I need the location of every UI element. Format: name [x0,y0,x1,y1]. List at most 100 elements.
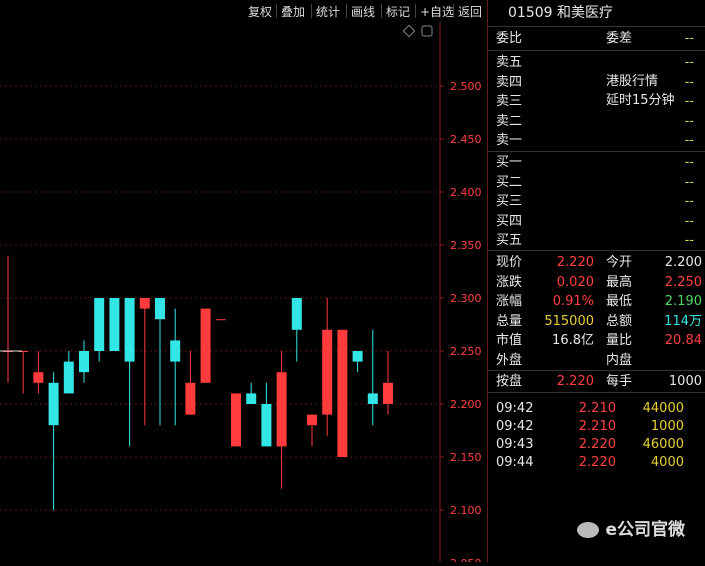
panel-toggle-icon [421,25,433,37]
trade-time: 09:44 [496,455,534,470]
order-level-label: 买二 [496,174,523,190]
toolbar-button[interactable]: 复权 [248,3,272,20]
toolbar-separator [453,4,454,18]
trade-price: 2.220 [578,455,616,470]
candle-body [33,372,44,383]
candle-body [139,298,150,309]
stat-label: 总额 [606,313,633,329]
trade-volume: 4000 [650,455,684,470]
y-tick-label: 2.350 [450,239,482,252]
stock-code: 01509 [508,5,553,21]
anpan-label: 按盘 [496,374,523,389]
order-level-value: -- [684,55,694,70]
toolbar-separator [346,4,347,18]
candle-body [261,404,272,447]
stat-label: 涨跌 [496,274,523,290]
order-level-value: -- [684,155,694,170]
divider [488,50,705,51]
weibi-label: 委比 [496,31,523,46]
toolbar-button[interactable]: +自选 [420,3,454,20]
toolbar-separator [276,4,277,18]
candle-body [185,382,196,415]
stat-label: 今开 [606,255,633,270]
trade-price: 2.210 [578,419,616,434]
stat-label: 总量 [496,313,523,329]
kline-chart[interactable]: 2.500 2.450 2.400 2.350 2.300 2.250 2.200 2.150… [0,22,487,566]
meishou-label: 每手 [606,374,633,389]
stat-label: 最高 [606,274,633,290]
order-level-label: 买一 [496,155,523,170]
order-level-value: -- [684,133,694,148]
stat-value: 2.200 [664,255,702,270]
stat-value: 0.020 [556,274,594,290]
trade-volume: 46000 [642,437,684,452]
watermark-text: e公司官微 [605,520,685,540]
stat-label: 市值 [496,333,523,348]
kline-svg: 2.500 2.450 2.400 2.350 2.300 2.250 2.200 2.150… [0,22,482,566]
stat-value: 20.84 [664,333,702,348]
toolbar-button[interactable]: 画线 [351,3,375,20]
order-level-value: -- [684,194,694,209]
stat-value: 16.8亿 [552,333,594,348]
stock-name: 和美医疗 [557,5,613,21]
stat-value: 114万 [664,313,702,329]
candle-body [215,319,226,321]
meishou-value: 1000 [668,374,702,389]
candle-body [48,382,59,426]
candle-body [200,308,211,383]
stat-value [536,352,594,370]
order-level-value: -- [684,74,694,90]
order-level-label: 卖四 [496,74,523,90]
candle-body [383,382,393,404]
candle-body [124,298,135,362]
trade-volume: 1000 [650,419,684,434]
y-tick-label: 2.100 [450,504,482,517]
weicha-value: -- [684,31,694,46]
stat-label: 量比 [606,333,633,348]
trade-price: 2.220 [578,437,616,452]
trade-time: 09:42 [496,401,534,416]
y-tick-label: 2.250 [450,345,482,358]
order-level-label: 卖一 [496,133,523,148]
candle-body [291,298,302,330]
stat-label: 外盘 [496,352,523,368]
candle-body [63,361,74,394]
stock-title: 01509 和美医疗 [508,4,613,22]
order-level-value: -- [684,113,694,129]
toolbar-button[interactable]: 统计 [316,3,340,20]
divider [488,151,705,152]
watermark: e公司官微 [577,515,685,540]
diamond-icon [402,24,416,38]
anpan-value: 2.220 [556,374,594,389]
stat-label: 现价 [496,255,523,270]
stat-value: 2.220 [556,255,594,270]
candle-body [307,414,317,426]
toolbar-separator [415,4,416,18]
candle-body [337,329,348,457]
wechat-icon [577,522,600,538]
stat-label: 内盘 [606,352,633,368]
divider [488,250,705,251]
order-level-label: 卖二 [496,113,523,129]
quote-panel: 01509 和美医疗 委比 委差 卖五 -- 卖四 -- 卖三 -- 卖二 -- 卖一 -- 买一 -… [487,0,705,562]
candle-body [367,393,378,404]
divider [488,370,705,371]
order-level-value: -- [684,174,694,190]
candle-body [352,351,363,362]
order-level-label: 卖三 [496,94,523,109]
candle-body [246,393,257,404]
y-tick-label: 2.150 [450,451,482,464]
order-level-label: 买三 [496,194,523,209]
delay-notice-line1: 港股行情 [606,74,659,89]
order-level-value: -- [684,213,694,229]
candle-body [170,340,181,362]
y-tick-label: 2.400 [450,186,482,199]
toolbar-button[interactable]: 标记 [386,3,410,20]
candle-body [94,298,105,351]
stat-value [644,352,702,370]
delay-notice-line2: 延时15分钟 [606,93,675,108]
toolbar-button[interactable]: 返回 [458,3,482,20]
stat-value: 0.91% [552,294,594,309]
toolbar-button[interactable]: 叠加 [281,3,305,20]
candle-body [231,393,241,447]
